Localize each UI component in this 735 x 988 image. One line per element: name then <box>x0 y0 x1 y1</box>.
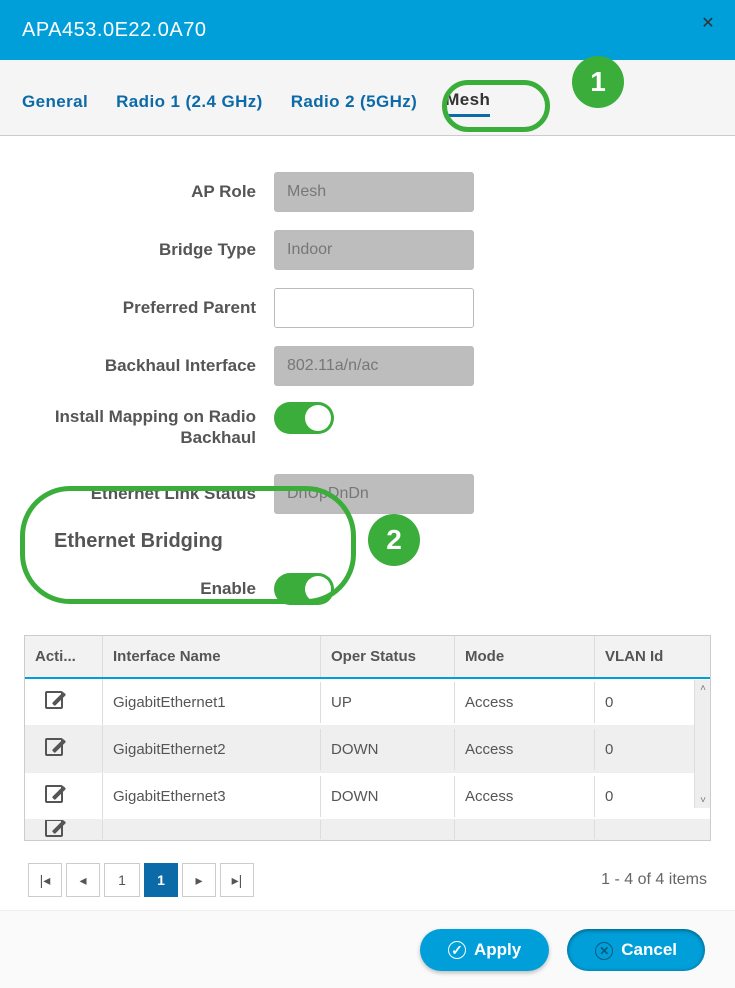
th-action: Acti... <box>25 636 103 677</box>
tab-radio1[interactable]: Radio 1 (2.4 GHz) <box>116 92 263 116</box>
check-circle-icon <box>448 940 466 960</box>
callout-badge-1: 1 <box>572 56 624 108</box>
cell-oper: DOWN <box>321 729 455 770</box>
tab-bar: General Radio 1 (2.4 GHz) Radio 2 (5GHz)… <box>0 60 735 136</box>
cell-iface: GigabitEthernet3 <box>103 776 321 817</box>
cell-mode: Access <box>455 776 595 817</box>
table-row: GigabitEthernet3 DOWN Access 0 <box>25 773 710 820</box>
scroll-down-icon[interactable]: ˅ <box>695 792 711 808</box>
apply-label: Apply <box>474 940 521 960</box>
ethernet-link-input <box>274 474 474 514</box>
cell-iface: GigabitEthernet1 <box>103 682 321 723</box>
modal-body: AP Role Bridge Type Preferred Parent Bac… <box>0 136 735 903</box>
bridge-type-label: Bridge Type <box>24 239 274 260</box>
ap-role-input <box>274 172 474 212</box>
cell-iface: GigabitEthernet2 <box>103 729 321 770</box>
edit-icon[interactable] <box>45 820 63 837</box>
tab-general[interactable]: General <box>22 92 88 116</box>
pager: |◂ ◂ 1 1 ▸ ▸| 1 - 4 of 4 items <box>24 857 711 903</box>
modal-header: APA453.0E22.0A70 <box>0 0 735 60</box>
pager-last-icon[interactable]: ▸| <box>220 863 254 897</box>
install-mapping-toggle[interactable] <box>274 402 334 434</box>
install-mapping-label: Install Mapping on Radio Backhaul <box>24 402 274 449</box>
bridging-enable-label: Enable <box>24 578 274 599</box>
tab-radio2[interactable]: Radio 2 (5GHz) <box>291 92 418 116</box>
pager-info: 1 - 4 of 4 items <box>601 871 707 889</box>
th-mode: Mode <box>455 636 595 677</box>
pager-page-input[interactable]: 1 <box>104 863 140 897</box>
scroll-up-icon[interactable]: ˄ <box>695 680 711 696</box>
cross-circle-icon <box>595 940 613 960</box>
preferred-parent-input[interactable] <box>274 288 474 328</box>
modal-window: ✕ APA453.0E22.0A70 General Radio 1 (2.4 … <box>0 0 735 988</box>
pager-first-icon[interactable]: |◂ <box>28 863 62 897</box>
ethernet-link-label: Ethernet Link Status <box>24 483 274 504</box>
backhaul-interface-input <box>274 346 474 386</box>
modal-title: APA453.0E22.0A70 <box>22 19 206 42</box>
table-header-row: Acti... Interface Name Oper Status Mode … <box>25 636 710 679</box>
backhaul-interface-label: Backhaul Interface <box>24 355 274 376</box>
table-scrollbar[interactable]: ˄ ˅ <box>694 680 710 808</box>
ap-role-label: AP Role <box>24 181 274 202</box>
pager-prev-icon[interactable]: ◂ <box>66 863 100 897</box>
cell-vlan: 0 <box>595 729 693 770</box>
table-row: GigabitEthernet1 UP Access 0 <box>25 679 710 726</box>
callout-badge-2: 2 <box>368 514 420 566</box>
preferred-parent-label: Preferred Parent <box>24 297 274 318</box>
cell-mode: Access <box>455 682 595 723</box>
cell-oper: DOWN <box>321 776 455 817</box>
close-icon[interactable]: ✕ <box>693 8 723 38</box>
apply-button[interactable]: Apply <box>420 929 549 971</box>
th-oper-status: Oper Status <box>321 636 455 677</box>
cell-vlan: 0 <box>595 776 693 817</box>
bridging-enable-toggle[interactable] <box>274 573 334 605</box>
interfaces-table: Acti... Interface Name Oper Status Mode … <box>24 635 711 841</box>
cell-oper: UP <box>321 682 455 723</box>
edit-icon[interactable] <box>45 785 63 803</box>
modal-footer: Apply Cancel <box>0 910 735 988</box>
tab-mesh[interactable]: Mesh <box>445 90 490 117</box>
bridge-type-input <box>274 230 474 270</box>
th-vlan-id: VLAN Id <box>595 636 693 677</box>
pager-current-page[interactable]: 1 <box>144 863 178 897</box>
cell-vlan: 0 <box>595 682 693 723</box>
edit-icon[interactable] <box>45 691 63 709</box>
th-interface-name: Interface Name <box>103 636 321 677</box>
edit-icon[interactable] <box>45 738 63 756</box>
cancel-button[interactable]: Cancel <box>567 929 705 971</box>
cell-mode: Access <box>455 729 595 770</box>
cancel-label: Cancel <box>621 940 677 960</box>
table-row: GigabitEthernet2 DOWN Access 0 <box>25 726 710 773</box>
table-row <box>25 820 710 840</box>
pager-next-icon[interactable]: ▸ <box>182 863 216 897</box>
